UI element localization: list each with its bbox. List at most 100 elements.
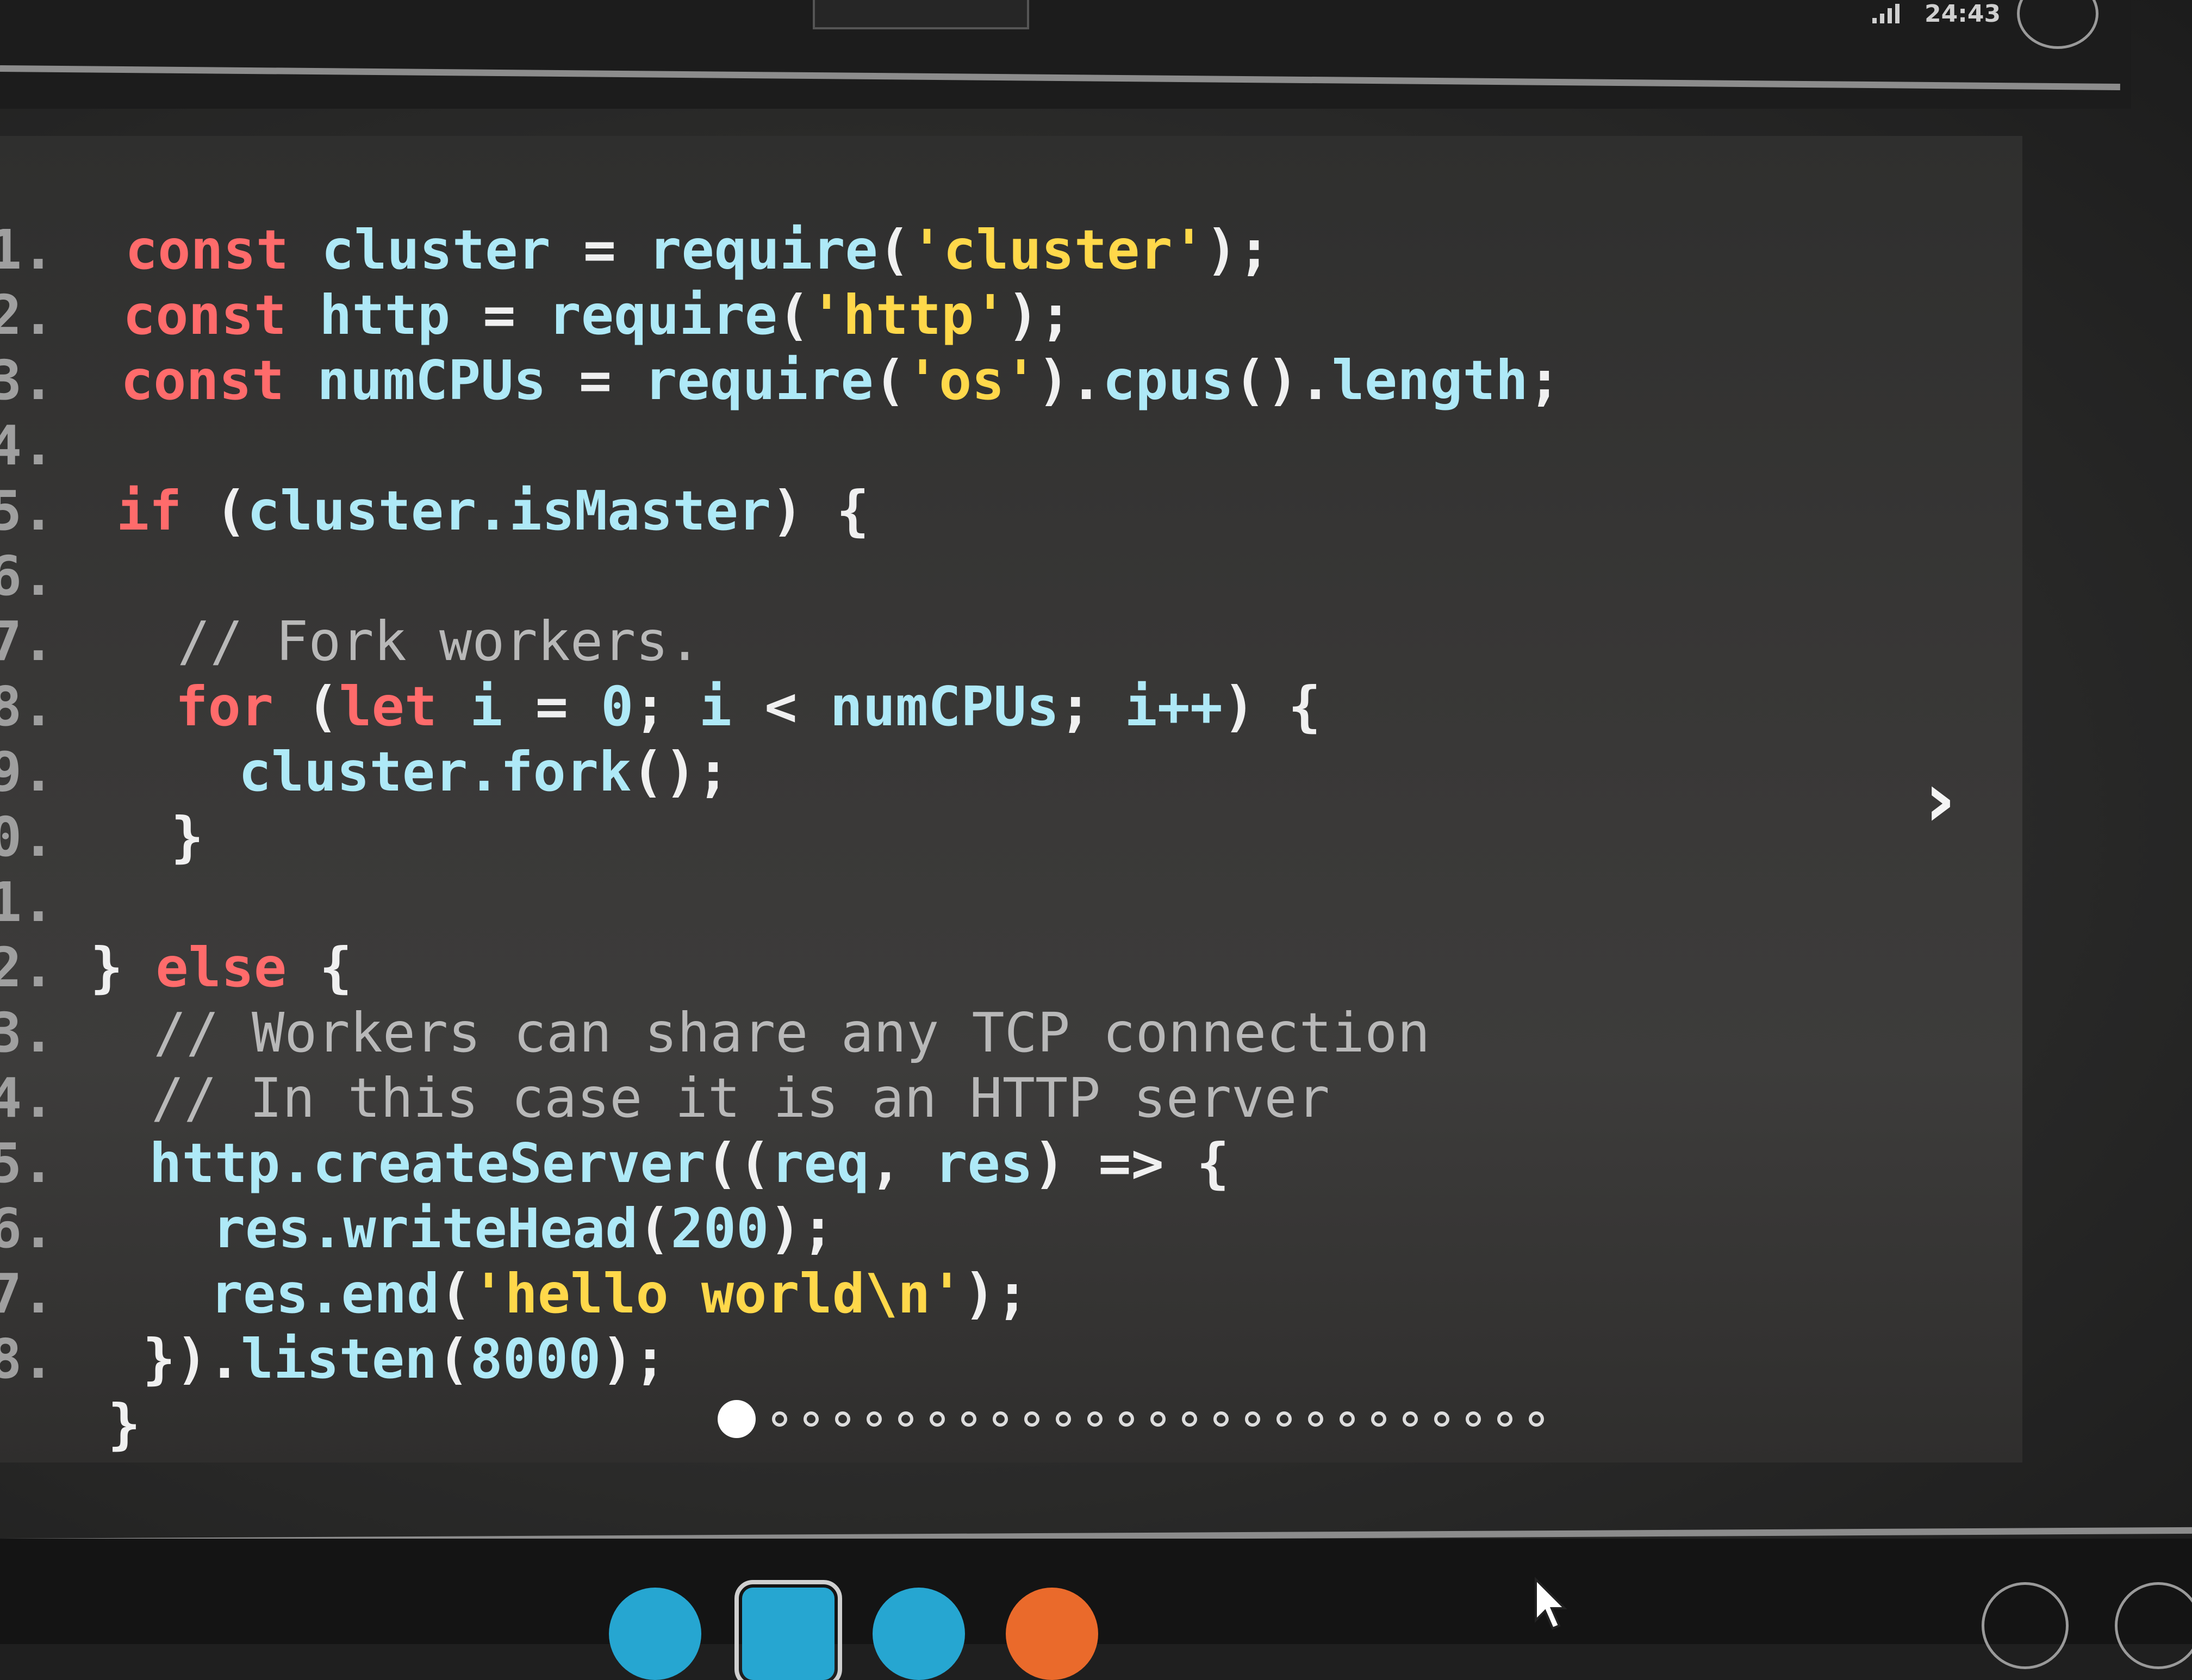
pager-dot[interactable] xyxy=(1056,1411,1071,1427)
code-token: // Workers can share any TCP connection xyxy=(88,1001,1430,1065)
code-token: http.createServer xyxy=(149,1131,706,1195)
settings-icon[interactable] xyxy=(2017,0,2098,49)
pager-dot[interactable] xyxy=(1119,1411,1134,1427)
pager-dot-active[interactable] xyxy=(718,1400,756,1438)
code-line: 3. const numCPUs = require('os').cpus().l… xyxy=(0,348,1957,413)
code-line: 6. res.writeHead(200); xyxy=(0,1196,1957,1261)
slide-pager xyxy=(718,1400,1544,1438)
code-token: 'cluster' xyxy=(910,218,1205,282)
pager-dot[interactable] xyxy=(1087,1411,1103,1427)
pager-dot[interactable] xyxy=(898,1411,913,1427)
pager-dot[interactable] xyxy=(993,1411,1008,1427)
signal-icon xyxy=(1872,4,1900,23)
more-options-icon[interactable] xyxy=(2115,1582,2192,1669)
window-tab[interactable] xyxy=(813,0,1029,29)
code-line: 3. // Workers can share any TCP connecti… xyxy=(0,1000,1957,1066)
next-slide-arrow-icon[interactable]: › xyxy=(1925,756,1956,844)
code-token: (); xyxy=(631,740,730,804)
line-number: 5. xyxy=(0,479,55,543)
pager-dot[interactable] xyxy=(772,1411,787,1427)
line-number: 6. xyxy=(0,544,55,608)
pager-dot[interactable] xyxy=(1308,1411,1323,1427)
pager-dot[interactable] xyxy=(804,1411,819,1427)
code-token: (). xyxy=(1234,349,1332,412)
pager-dot[interactable] xyxy=(1245,1411,1260,1427)
pager-dot[interactable] xyxy=(867,1411,882,1427)
code-token: for xyxy=(175,675,307,738)
code-text: for (let i = 0; i < numCPUs; i++) { xyxy=(110,674,1321,739)
code-token: numCPUs xyxy=(830,675,1060,738)
code-token: = xyxy=(483,283,549,347)
code-token: numCPUs xyxy=(317,349,579,412)
code-token: ); xyxy=(963,1262,1029,1326)
pager-dot[interactable] xyxy=(1371,1411,1386,1427)
code-text: cluster.fork(); xyxy=(108,739,730,805)
mouse-cursor-icon xyxy=(1535,1577,1567,1630)
code-token: ( xyxy=(638,1197,671,1260)
code-token: (( xyxy=(705,1131,771,1195)
pager-dot[interactable] xyxy=(1150,1411,1166,1427)
pager-dot[interactable] xyxy=(1529,1411,1544,1427)
pager-dot[interactable] xyxy=(930,1411,945,1427)
code-text: } xyxy=(75,1392,140,1457)
pager-dot[interactable] xyxy=(1213,1411,1229,1427)
code-text: res.end('hello world\n'); xyxy=(79,1261,1029,1327)
app-icon-orange[interactable] xyxy=(1006,1588,1098,1680)
code-line: 1. const cluster = require('cluster'); xyxy=(0,217,1957,283)
code-text: } else { xyxy=(90,935,352,1000)
code-token: ; xyxy=(1059,675,1125,738)
app-icon-blue[interactable] xyxy=(609,1588,701,1680)
code-token: ); xyxy=(1205,218,1271,282)
pager-dot[interactable] xyxy=(1497,1411,1512,1427)
pager-dot[interactable] xyxy=(1024,1411,1039,1427)
code-token: ); xyxy=(769,1197,835,1260)
pager-dot[interactable] xyxy=(1466,1411,1481,1427)
code-text: }).listen(8000); xyxy=(77,1327,666,1392)
code-line: 2. const http = require('http'); xyxy=(0,283,1957,348)
code-token: let xyxy=(339,675,470,738)
app-icon-blue-2[interactable] xyxy=(873,1588,965,1680)
line-number: 7. xyxy=(0,1262,55,1326)
code-token: } xyxy=(90,936,156,999)
code-token: res.end xyxy=(210,1262,440,1326)
pager-dot[interactable] xyxy=(1403,1411,1418,1427)
code-token: ) { xyxy=(771,479,869,543)
phone-icon[interactable] xyxy=(1982,1582,2069,1669)
code-text: res.writeHead(200); xyxy=(82,1196,835,1261)
code-token: cpus xyxy=(1103,349,1234,412)
code-token: ( xyxy=(777,283,811,347)
code-text: const numCPUs = require('os').cpus().len… xyxy=(121,348,1561,413)
code-token: , xyxy=(869,1131,935,1195)
code-token: = xyxy=(583,218,649,282)
pager-dot[interactable] xyxy=(1276,1411,1292,1427)
code-token: { xyxy=(319,936,352,999)
code-line: 4. // In this case it is an HTTP server xyxy=(0,1066,1957,1131)
code-token: 'os' xyxy=(906,349,1037,412)
pager-dot[interactable] xyxy=(835,1411,850,1427)
app-icon-selected[interactable] xyxy=(734,1580,842,1680)
line-number: 1. xyxy=(0,870,55,934)
code-line: 7. // Fork workers. xyxy=(0,609,1957,674)
code-token: ( xyxy=(437,1327,470,1391)
code-token: i++ xyxy=(1124,675,1223,738)
code-token: ( xyxy=(306,675,339,738)
code-line: 5. if (cluster.isMaster) { xyxy=(0,478,1957,544)
code-line: 0. } xyxy=(0,805,1957,870)
line-number: 2. xyxy=(0,283,55,347)
presentation-top-bar: 24:43 xyxy=(0,0,2131,109)
pager-dot[interactable] xyxy=(1182,1411,1197,1427)
code-token: }). xyxy=(77,1327,241,1391)
pager-dot[interactable] xyxy=(1434,1411,1449,1427)
code-token: http xyxy=(319,283,483,347)
pager-dot[interactable] xyxy=(1340,1411,1355,1427)
code-token: listen xyxy=(241,1327,438,1391)
code-text: if (cluster.isMaster) { xyxy=(116,478,869,544)
line-number: 0. xyxy=(0,805,55,869)
code-token: = xyxy=(578,349,645,412)
pager-dot[interactable] xyxy=(961,1411,976,1427)
code-line: 2.} else { xyxy=(0,935,1957,1000)
code-token: i xyxy=(699,675,765,738)
